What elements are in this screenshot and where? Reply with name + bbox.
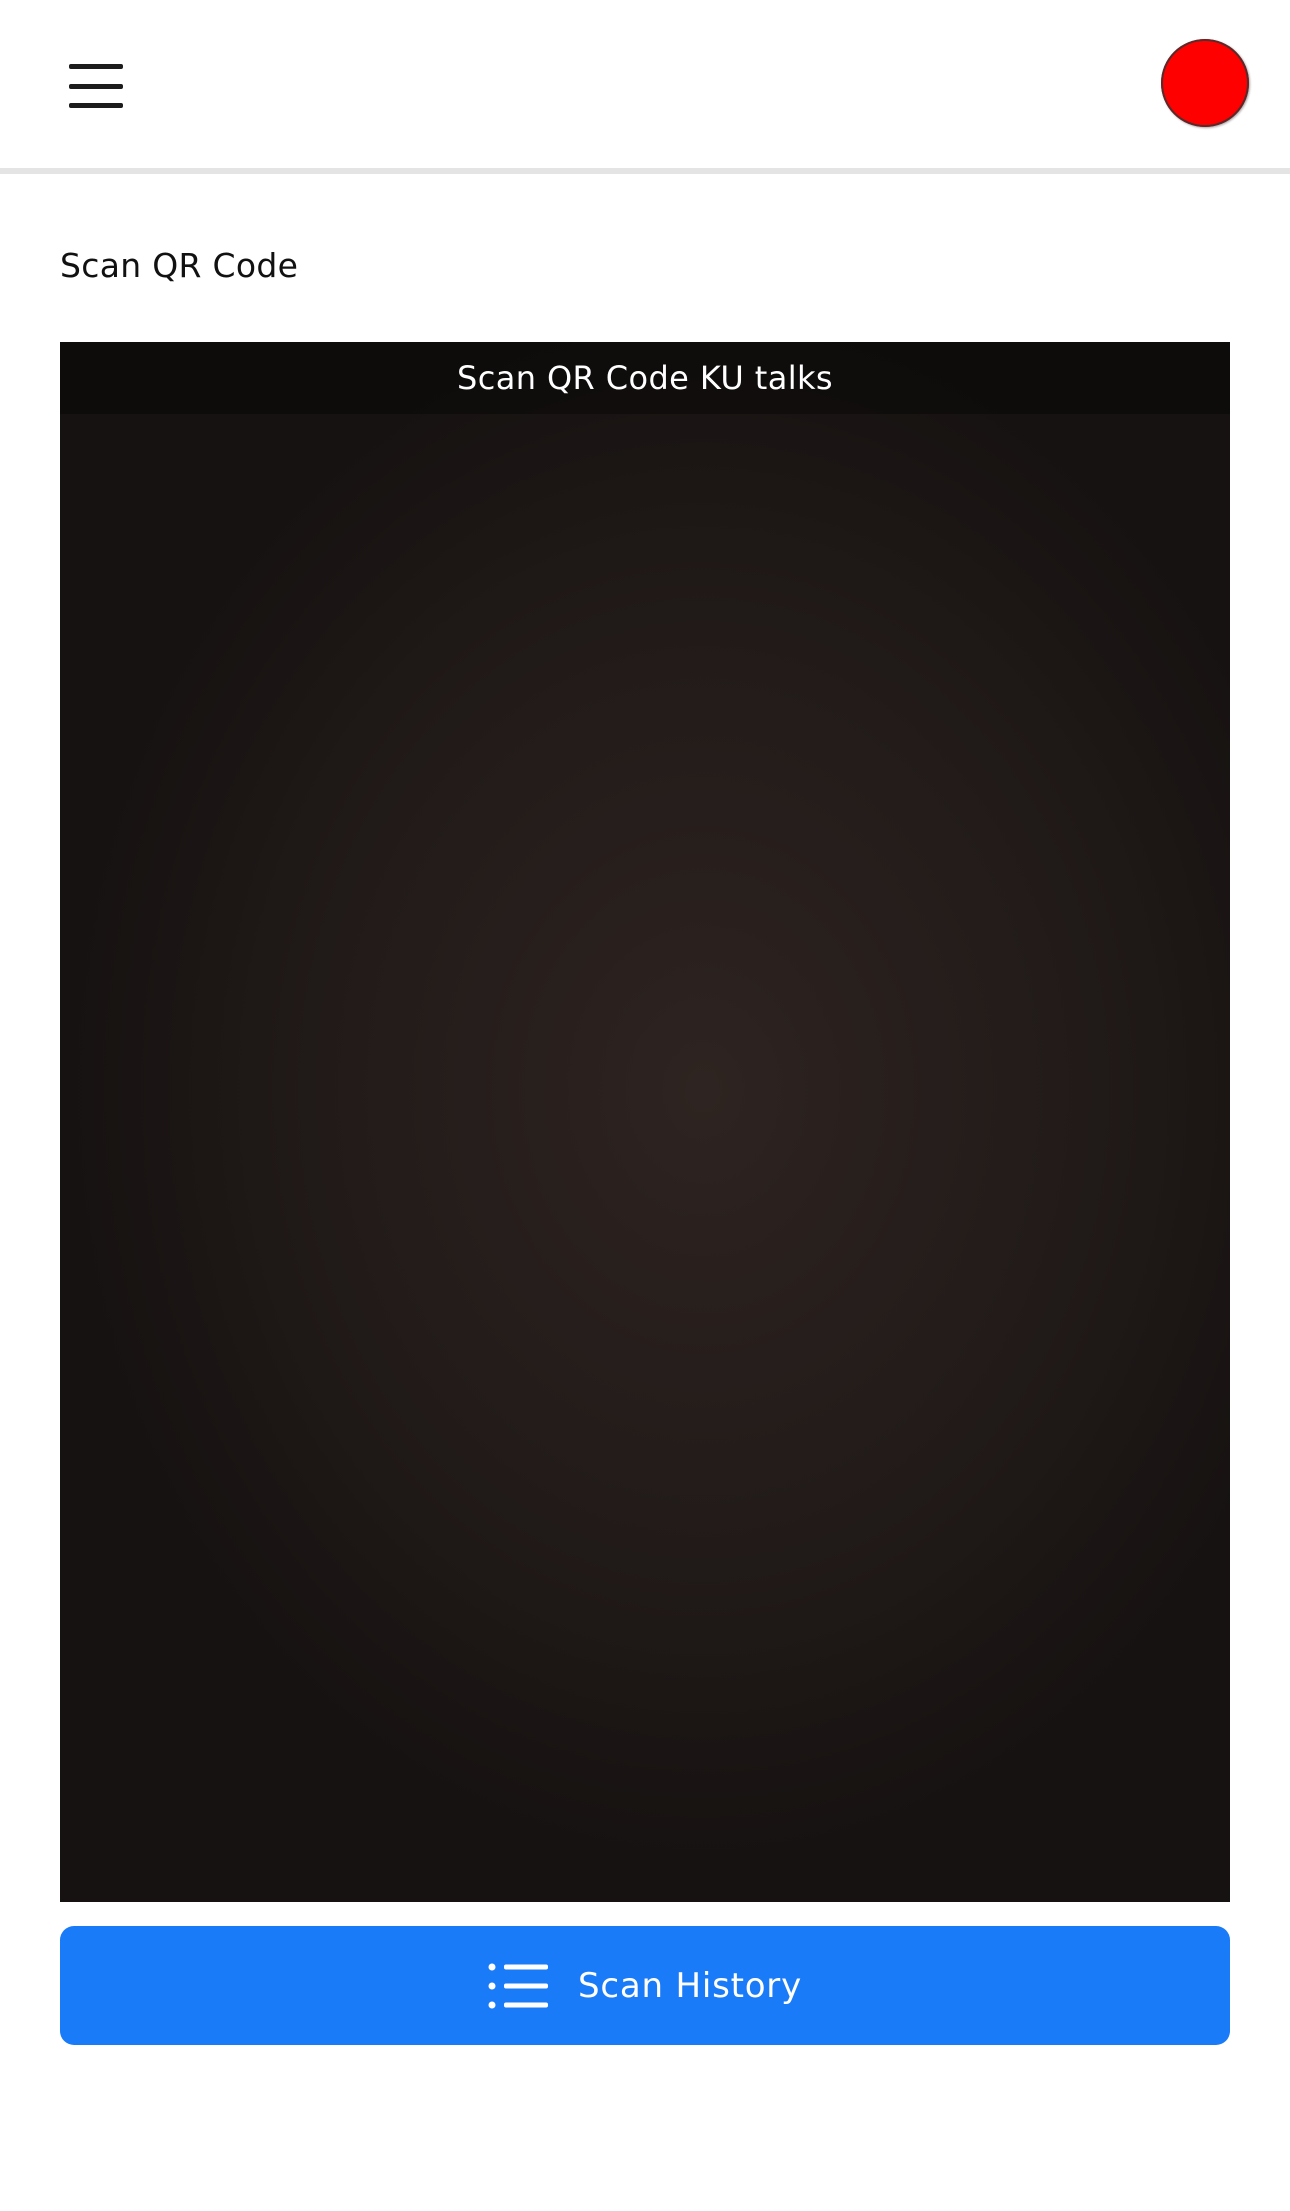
menu-button[interactable]: [58, 50, 134, 122]
app-header: [0, 0, 1290, 174]
scan-history-label: Scan History: [577, 1965, 803, 2006]
scanner-banner: Scan QR Code KU talks: [60, 342, 1230, 414]
scan-history-button[interactable]: Scan History: [60, 1926, 1230, 2045]
list-icon: [488, 1963, 548, 2008]
hamburger-menu-icon: [69, 64, 123, 108]
qr-scanner-viewport[interactable]: Scan QR Code KU talks: [60, 342, 1230, 1902]
scanner-title: Scan QR Code KU talks: [456, 359, 834, 397]
page-title: Scan QR Code: [60, 246, 299, 285]
avatar[interactable]: [1161, 39, 1249, 127]
